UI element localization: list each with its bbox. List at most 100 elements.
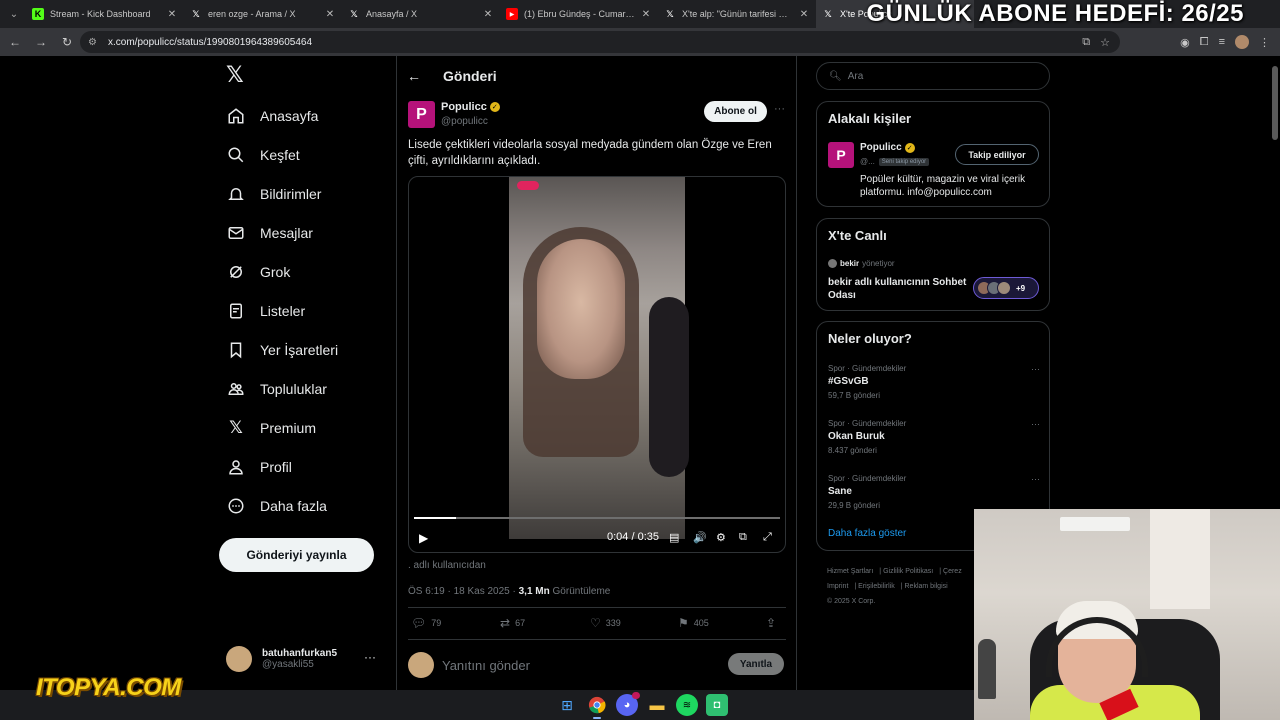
trend-item[interactable]: Spor · Gündemdekiler #GSvGB 59,7 B gönde… bbox=[828, 364, 1040, 400]
nav-label: Yer İşaretleri bbox=[260, 342, 339, 358]
footer-link[interactable]: Erişilebilirlik bbox=[858, 583, 895, 590]
following-button[interactable]: Takip ediliyor bbox=[955, 144, 1039, 165]
account-switcher[interactable]: batuhanfurkan5 @yasakli55 ··· bbox=[226, 644, 386, 674]
more-dots-icon[interactable]: ··· bbox=[1031, 474, 1040, 484]
media-attribution[interactable]: . adlı kullanıcıdan bbox=[408, 560, 486, 571]
profile-avatar-icon[interactable] bbox=[1235, 35, 1249, 49]
show-more-link[interactable]: Daha fazla göster bbox=[828, 528, 906, 539]
trend-category: Spor · Gündemdekiler bbox=[828, 364, 907, 373]
close-icon[interactable]: ✕ bbox=[798, 9, 810, 20]
scrollbar-thumb[interactable] bbox=[1272, 66, 1278, 140]
reply-composer: Yanıtını gönder Yanıtla bbox=[408, 652, 786, 680]
video-progress-bar[interactable] bbox=[414, 517, 780, 519]
close-icon[interactable]: ✕ bbox=[640, 9, 652, 20]
back-arrow-icon[interactable]: ← bbox=[407, 68, 429, 84]
search-input[interactable]: 🔍︎ Ara bbox=[816, 62, 1050, 90]
more-dots-icon[interactable]: ··· bbox=[364, 650, 376, 664]
site-info-icon[interactable]: ⚙ bbox=[88, 37, 100, 48]
footer-link[interactable]: Hizmet Şartları bbox=[827, 568, 873, 575]
file-explorer-icon[interactable]: ▬ bbox=[646, 694, 668, 716]
share-button[interactable]: ⇪ bbox=[766, 616, 781, 630]
browser-tab[interactable]: 𝕏 Anasayfa / X ✕ bbox=[342, 0, 500, 28]
puzzle-icon[interactable]: ⧠ bbox=[1200, 36, 1209, 49]
nav-item-profile[interactable]: Profil bbox=[226, 452, 292, 482]
playlist-icon[interactable]: ≡ bbox=[1219, 36, 1225, 48]
x-icon: 𝕏 bbox=[350, 8, 358, 19]
nav-item-notifications[interactable]: Bildirimler bbox=[226, 179, 321, 209]
post-button[interactable]: Gönderiyi yayınla bbox=[219, 538, 374, 572]
streamer-webcam bbox=[974, 509, 1280, 720]
volume-icon[interactable]: 🔊 bbox=[693, 531, 707, 544]
space-title[interactable]: bekir adlı kullanıcının Sohbet Odası bbox=[828, 276, 968, 302]
install-icon[interactable]: ⧉ bbox=[1082, 36, 1090, 49]
footer-link[interactable]: Reklam bilgisi bbox=[905, 583, 948, 590]
nav-item-lists[interactable]: Listeler bbox=[226, 296, 305, 326]
nav-label: Premium bbox=[260, 420, 317, 436]
x-logo-icon[interactable]: 𝕏 bbox=[226, 64, 248, 86]
browser-tab[interactable]: 𝕏 X'te alp: "Günün tarifesi 🍓 https: ✕ bbox=[658, 0, 816, 28]
repost-button[interactable]: ⇄ 67 bbox=[500, 616, 525, 630]
nav-item-more[interactable]: Daha fazla bbox=[226, 491, 327, 521]
app-icon[interactable]: ◘ bbox=[706, 694, 728, 716]
windows-start-icon[interactable]: ⊞ bbox=[556, 694, 578, 716]
menu-icon[interactable]: ⋮ bbox=[1259, 36, 1270, 49]
avatar[interactable]: P bbox=[828, 142, 854, 168]
discord-icon[interactable]: ◕ bbox=[616, 692, 640, 716]
back-icon[interactable]: ← bbox=[4, 31, 26, 53]
browser-tab[interactable]: ▶ (1) Ebru Gündeş - Cumartesi ✕ bbox=[500, 0, 658, 28]
captions-icon[interactable]: ▤ bbox=[669, 531, 679, 544]
chrome-icon[interactable] bbox=[586, 694, 608, 719]
nav-item-home[interactable]: Anasayfa bbox=[226, 101, 318, 131]
bookmark-button[interactable]: ⚑ 405 bbox=[678, 616, 709, 630]
footer-link[interactable]: Çerez bbox=[943, 568, 962, 575]
post-timestamp[interactable]: ÖS 6:19 · 18 Kas 2025 · bbox=[408, 586, 519, 597]
nav-item-bookmarks[interactable]: Yer İşaretleri bbox=[226, 335, 338, 365]
like-button[interactable]: ♡ 339 bbox=[590, 616, 621, 630]
post-text: Lisede çektikleri videolarla sosyal medy… bbox=[408, 139, 772, 167]
reply-submit-button[interactable]: Yanıtla bbox=[728, 653, 784, 675]
more-dots-icon[interactable]: ··· bbox=[774, 103, 785, 115]
more-dots-icon[interactable]: ··· bbox=[1031, 419, 1040, 429]
bookmark-star-icon[interactable]: ☆ bbox=[1100, 36, 1110, 49]
extension-icon[interactable]: ◉ bbox=[1180, 36, 1190, 49]
subscribe-button[interactable]: Abone ol bbox=[704, 101, 767, 122]
more-dots-icon[interactable]: ··· bbox=[1031, 364, 1040, 374]
x-icon: 𝕏 bbox=[192, 8, 200, 19]
forward-icon[interactable]: → bbox=[30, 31, 52, 53]
author-name-row[interactable]: Populicc ✓ bbox=[441, 101, 500, 113]
video-player[interactable]: ▶ 0:04 / 0:35 ▤ 🔊 ⚙ ⧉ ⤢ bbox=[408, 176, 786, 553]
reply-button[interactable]: 💬︎ 79 bbox=[411, 616, 441, 630]
footer-link[interactable]: Imprint bbox=[827, 583, 848, 590]
picture-in-picture-icon[interactable]: ⧉ bbox=[739, 531, 747, 544]
video-frame[interactable] bbox=[509, 177, 689, 539]
nav-label: Listeler bbox=[260, 303, 306, 319]
close-icon[interactable]: ✕ bbox=[324, 9, 336, 20]
nav-item-messages[interactable]: Mesajlar bbox=[226, 218, 313, 248]
reload-icon[interactable]: ↻ bbox=[56, 31, 78, 53]
trend-item[interactable]: Spor · Gündemdekiler Okan Buruk 8.437 gö… bbox=[828, 419, 1040, 455]
trend-count: 59,7 B gönderi bbox=[828, 391, 881, 400]
search-placeholder: Ara bbox=[847, 70, 864, 82]
author-handle[interactable]: @populicc bbox=[441, 116, 488, 127]
play-icon[interactable]: ▶ bbox=[419, 531, 428, 545]
related-name[interactable]: Populicc ✓ bbox=[860, 142, 915, 153]
browser-tab[interactable]: 𝕏 eren ozge - Arama / X ✕ bbox=[184, 0, 342, 28]
settings-icon[interactable]: ⚙ bbox=[716, 531, 726, 544]
tab-search-icon[interactable]: ⌄ bbox=[2, 4, 26, 24]
nav-item-explore[interactable]: Keşfet bbox=[226, 140, 300, 170]
reply-input[interactable]: Yanıtını gönder bbox=[442, 658, 530, 673]
fullscreen-icon[interactable]: ⤢ bbox=[763, 531, 772, 544]
close-icon[interactable]: ✕ bbox=[166, 9, 178, 20]
nav-item-communities[interactable]: Topluluklar bbox=[226, 374, 327, 404]
address-bar[interactable]: ⚙ x.com/populicc/status/1990801964389605… bbox=[80, 31, 1120, 53]
trend-item[interactable]: Spor · Gündemdekiler Sane 29,9 B gönderi… bbox=[828, 474, 1040, 510]
nav-item-premium[interactable]: 𝕏 Premium bbox=[226, 413, 316, 443]
spotify-icon[interactable]: ≋ bbox=[676, 694, 698, 716]
listeners-pill[interactable]: +9 bbox=[973, 277, 1039, 299]
home-icon bbox=[226, 106, 246, 126]
author-avatar[interactable]: P bbox=[408, 101, 435, 128]
browser-tab[interactable]: K Stream - Kick Dashboard ✕ bbox=[26, 0, 184, 28]
nav-item-grok[interactable]: Grok bbox=[226, 257, 290, 287]
close-icon[interactable]: ✕ bbox=[482, 9, 494, 20]
footer-link[interactable]: Gizlilik Politikası bbox=[883, 568, 933, 575]
